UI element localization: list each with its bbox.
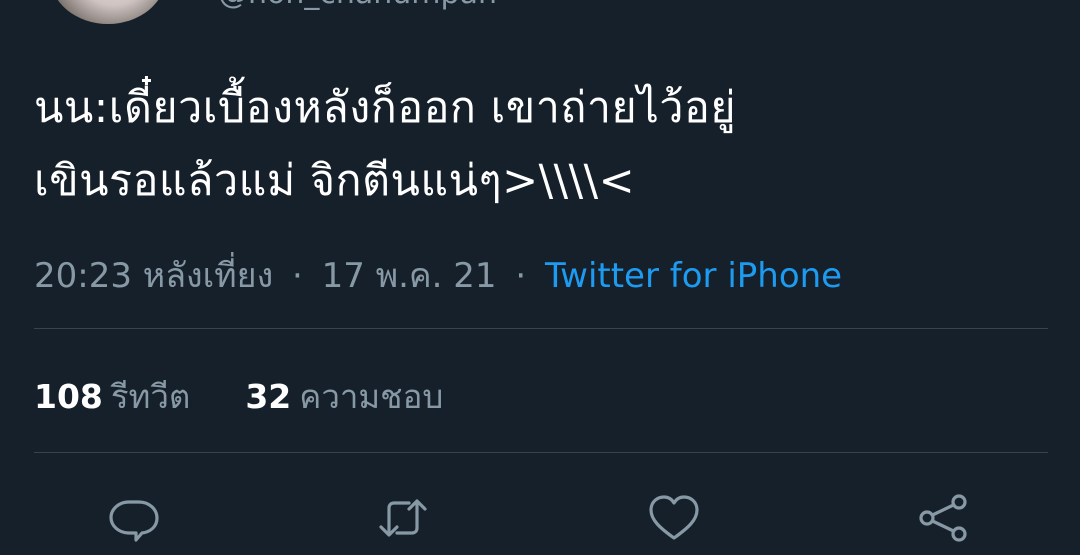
meta-separator: ·: [292, 256, 303, 296]
retweets-stat[interactable]: 108 รีทวีต: [34, 377, 201, 416]
user-handle[interactable]: @non_chanumpan: [218, 0, 497, 11]
share-button[interactable]: [915, 490, 971, 546]
like-button[interactable]: [646, 490, 702, 546]
likes-count: 32: [245, 377, 292, 416]
retweet-icon: [379, 499, 427, 537]
divider-bottom: [34, 452, 1048, 453]
meta-separator: ·: [515, 256, 527, 296]
reply-button[interactable]: [106, 490, 162, 546]
tweet-text: นน:เดี๋ยวเบื้องหลังก็ออก เขาถ่ายไว้อยู่ …: [34, 72, 1034, 218]
retweet-button[interactable]: [375, 490, 431, 546]
reply-icon: [109, 500, 159, 542]
tweet-text-line: นน:เดี๋ยวเบื้องหลังก็ออก เขาถ่ายไว้อยู่: [34, 83, 737, 133]
tweet-time: 20:23 หลังเที่ยง: [34, 256, 274, 296]
likes-stat[interactable]: 32 ความชอบ: [245, 377, 443, 416]
share-icon: [919, 494, 967, 542]
avatar[interactable]: [50, 0, 166, 24]
tweet-date: 17 พ.ค. 21: [321, 256, 497, 296]
likes-label: ความชอบ: [299, 377, 444, 416]
tweet-meta: 20:23 หลังเที่ยง · 17 พ.ค. 21 · Twitter …: [34, 248, 842, 302]
tweet-source-link[interactable]: Twitter for iPhone: [545, 256, 842, 296]
like-icon: [649, 495, 699, 540]
divider-top: [34, 328, 1048, 329]
tweet-stats: 108 รีทวีต 32 ความชอบ: [34, 370, 443, 423]
retweets-label: รีทวีต: [110, 377, 191, 416]
retweets-count: 108: [34, 377, 103, 416]
tweet-text-line: เขินรอแล้วแม่ จิกตีนแน่ๆ>\\\\<: [34, 156, 636, 206]
